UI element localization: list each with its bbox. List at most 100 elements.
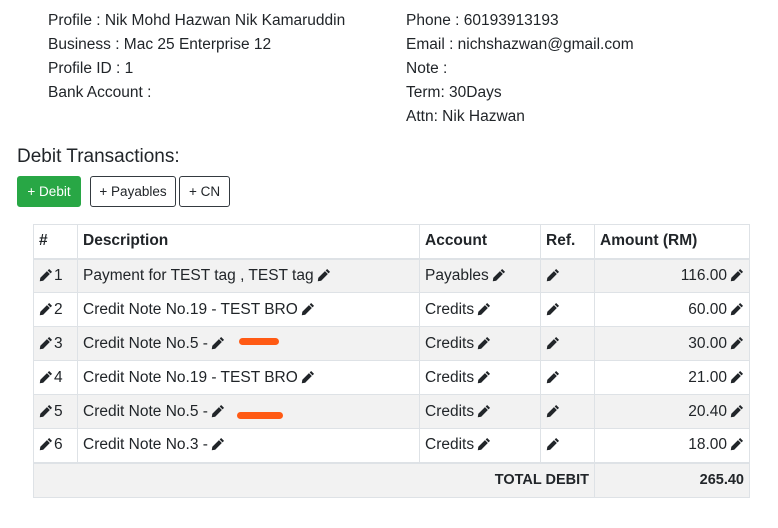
- action-buttons: + Debit + Payables + CN: [17, 176, 230, 207]
- amount: 20.40: [688, 402, 727, 420]
- pencil-icon[interactable]: [730, 404, 744, 418]
- total-value: 265.40: [594, 461, 750, 498]
- pencil-icon[interactable]: [546, 370, 560, 384]
- redaction-mark: [238, 337, 279, 345]
- pencil-icon[interactable]: [477, 336, 491, 350]
- total-label: TOTAL DEBIT: [33, 461, 595, 498]
- row-number: 2: [54, 300, 63, 318]
- account-cell: Credits: [419, 428, 541, 463]
- profile-name: Profile : Nik Mohd Hazwan Nik Kamaruddin: [48, 12, 346, 29]
- pencil-icon[interactable]: [301, 370, 315, 384]
- pencil-icon[interactable]: [211, 404, 225, 418]
- description-cell: Credit Note No.19 - TEST BRO: [77, 360, 420, 395]
- row-number-cell: 6: [33, 428, 78, 463]
- pencil-icon[interactable]: [211, 336, 225, 350]
- business-name: Business : Mac 25 Enterprise 12: [48, 36, 272, 53]
- row-number-cell: 3: [33, 326, 78, 361]
- col-account: Account: [419, 224, 541, 259]
- pencil-icon[interactable]: [317, 268, 331, 282]
- description: Credit Note No.5 -: [83, 334, 208, 352]
- row-number-cell: 1: [33, 258, 78, 293]
- pencil-icon[interactable]: [39, 404, 53, 418]
- redaction-mark: [236, 411, 283, 419]
- pencil-icon[interactable]: [477, 404, 491, 418]
- profile-info-right: Phone : 60193913193 Email : nichshazwan@…: [406, 9, 634, 129]
- row-number: 3: [54, 334, 63, 352]
- description: Payment for TEST tag , TEST tag: [83, 266, 314, 284]
- table-row: 2 Credit Note No.19 - TEST BRO Credits 60.0…: [33, 292, 750, 327]
- account-cell: Credits: [419, 394, 541, 429]
- col-amount: Amount (RM): [594, 224, 750, 259]
- description-cell: Credit Note No.5 -: [77, 394, 420, 429]
- pencil-icon[interactable]: [730, 437, 744, 451]
- pencil-icon[interactable]: [39, 268, 53, 282]
- ref-cell: [540, 258, 595, 293]
- email: Email : nichshazwan@gmail.com: [406, 36, 634, 53]
- row-number: 5: [54, 402, 63, 420]
- description: Credit Note No.19 - TEST BRO: [83, 300, 298, 318]
- description: Credit Note No.5 -: [83, 402, 208, 420]
- row-number: 1: [54, 266, 63, 284]
- table-row: 4 Credit Note No.19 - TEST BRO Credits 21.0…: [33, 360, 750, 395]
- pencil-icon[interactable]: [39, 437, 53, 451]
- pencil-icon[interactable]: [39, 302, 53, 316]
- amount-cell: 116.00: [594, 258, 750, 293]
- pencil-icon[interactable]: [546, 437, 560, 451]
- ref-cell: [540, 326, 595, 361]
- description-cell: Payment for TEST tag , TEST tag: [77, 258, 420, 293]
- attn: Attn: Nik Hazwan: [406, 108, 525, 125]
- table-row: 6 Credit Note No.3 - Credits 18.00: [33, 428, 750, 463]
- amount: 60.00: [688, 300, 727, 318]
- section-title: Debit Transactions:: [17, 146, 180, 167]
- pencil-icon[interactable]: [546, 336, 560, 350]
- pencil-icon[interactable]: [546, 268, 560, 282]
- profile-id: Profile ID : 1: [48, 60, 134, 77]
- amount-cell: 20.40: [594, 394, 750, 429]
- account-cell: Credits: [419, 326, 541, 361]
- account: Payables: [425, 266, 489, 284]
- amount-cell: 18.00: [594, 428, 750, 463]
- pencil-icon[interactable]: [211, 437, 225, 451]
- pencil-icon[interactable]: [730, 336, 744, 350]
- pencil-icon[interactable]: [39, 370, 53, 384]
- account-cell: Credits: [419, 292, 541, 327]
- table-row: 5 Credit Note No.5 - Credits 20.40: [33, 394, 750, 429]
- add-payables-button[interactable]: + Payables: [90, 176, 176, 207]
- amount: 18.00: [688, 436, 727, 454]
- account: Credits: [425, 334, 475, 352]
- add-cn-button[interactable]: + CN: [179, 176, 230, 207]
- pencil-icon[interactable]: [730, 370, 744, 384]
- account: Credits: [425, 436, 475, 454]
- description-cell: Credit Note No.3 -: [77, 428, 420, 463]
- pencil-icon[interactable]: [301, 302, 315, 316]
- pencil-icon[interactable]: [477, 302, 491, 316]
- table-row: 3 Credit Note No.5 - Credits 30.00: [33, 326, 750, 361]
- pencil-icon[interactable]: [546, 404, 560, 418]
- row-number-cell: 2: [33, 292, 78, 327]
- add-debit-button[interactable]: + Debit: [17, 176, 81, 207]
- pencil-icon[interactable]: [730, 302, 744, 316]
- pencil-icon[interactable]: [39, 336, 53, 350]
- ref-cell: [540, 394, 595, 429]
- amount: 30.00: [688, 334, 727, 352]
- pencil-icon[interactable]: [730, 268, 744, 282]
- pencil-icon[interactable]: [477, 370, 491, 384]
- description: Credit Note No.3 -: [83, 436, 208, 454]
- description-cell: Credit Note No.19 - TEST BRO: [77, 292, 420, 327]
- col-ref: Ref.: [540, 224, 595, 259]
- row-number-cell: 4: [33, 360, 78, 395]
- ref-cell: [540, 428, 595, 463]
- note: Note :: [406, 60, 448, 77]
- amount: 21.00: [688, 368, 727, 386]
- account: Credits: [425, 368, 475, 386]
- debit-transactions-table: # Description Account Ref. Amount (RM) 1…: [33, 224, 750, 498]
- pencil-icon[interactable]: [492, 268, 506, 282]
- profile-info-left: Profile : Nik Mohd Hazwan Nik Kamaruddin…: [48, 9, 345, 105]
- ref-cell: [540, 360, 595, 395]
- col-description: Description: [77, 224, 420, 259]
- term: Term: 30Days: [406, 84, 502, 101]
- table-row: 1 Payment for TEST tag , TEST tag Payables…: [33, 258, 750, 293]
- pencil-icon[interactable]: [546, 302, 560, 316]
- account-cell: Payables: [419, 258, 541, 293]
- pencil-icon[interactable]: [477, 437, 491, 451]
